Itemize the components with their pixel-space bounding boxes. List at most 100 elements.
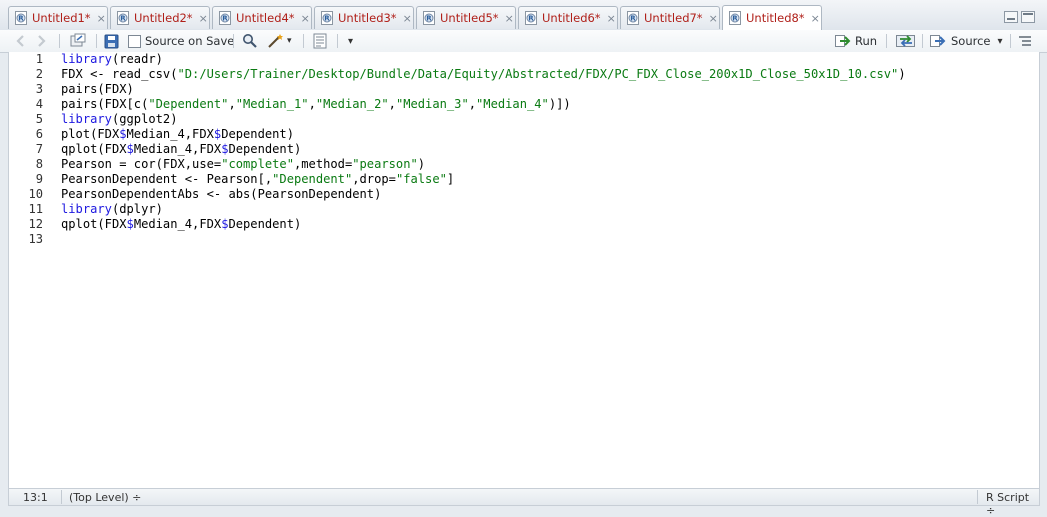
- line-number: 7: [35, 142, 43, 156]
- code-token: PearsonDependentAbs <- abs(PearsonDepend…: [61, 187, 382, 201]
- close-tab-icon[interactable]: ×: [97, 12, 106, 25]
- line-number: 8: [35, 157, 43, 171]
- cursor-position: 13:1: [23, 491, 48, 504]
- tab-untitled8[interactable]: R Untitled8* ×: [722, 5, 822, 30]
- close-tab-icon[interactable]: ×: [607, 12, 616, 25]
- code-editor[interactable]: 1 2 3 4 5 6 7 8 9 10 11 12 13 library(readr) FDX <- r…: [8, 52, 1040, 488]
- source-on-save-label: Source on Save: [145, 34, 235, 48]
- r-script-file-icon: R: [627, 11, 639, 25]
- code-token: Pearson = cor(FDX,use=: [61, 157, 222, 171]
- run-label: Run: [855, 34, 878, 48]
- svg-text:R: R: [426, 15, 432, 23]
- close-tab-icon[interactable]: ×: [709, 12, 718, 25]
- code-line[interactable]: Pearson = cor(FDX,use="complete",method=…: [61, 157, 425, 171]
- close-tab-icon[interactable]: ×: [505, 12, 514, 25]
- code-line[interactable]: pairs(FDX): [61, 82, 134, 96]
- keyword-token: $: [126, 142, 134, 156]
- r-script-file-icon: R: [219, 11, 231, 25]
- code-token: (ggplot2): [111, 112, 178, 126]
- close-tab-icon[interactable]: ×: [301, 12, 310, 25]
- code-token: )]): [548, 97, 571, 111]
- rerun-icon[interactable]: [896, 32, 916, 50]
- string-token: "Dependent": [272, 172, 353, 186]
- code-line[interactable]: library(ggplot2): [61, 112, 178, 126]
- code-line[interactable]: library(readr): [61, 52, 163, 66]
- code-token: pairs(FDX[c(: [61, 97, 149, 111]
- code-line[interactable]: pairs(FDX[c("Dependent","Median_1","Medi…: [61, 97, 571, 111]
- code-token: Median_4,FDX: [133, 217, 222, 231]
- wand-dropdown-arrow[interactable]: ▾: [287, 36, 292, 46]
- maximize-pane-button[interactable]: [1021, 11, 1035, 23]
- code-line[interactable]: plot(FDX$Median_4,FDX$Dependent): [61, 127, 294, 141]
- code-line[interactable]: library(dplyr): [61, 202, 163, 216]
- minimize-pane-button[interactable]: [1004, 11, 1018, 23]
- code-token: pairs(FDX): [61, 82, 134, 96]
- show-in-window-icon[interactable]: [70, 32, 86, 50]
- code-token: plot(FDX: [61, 127, 120, 141]
- code-line[interactable]: PearsonDependent <- Pearson[,"Dependent"…: [61, 172, 454, 186]
- tab-label: Untitled2*: [134, 11, 193, 25]
- tab-untitled4[interactable]: R Untitled4* ×: [212, 6, 312, 29]
- tab-untitled5[interactable]: R Untitled5* ×: [416, 6, 516, 29]
- code-line[interactable]: qplot(FDX$Median_4,FDX$Dependent): [61, 142, 301, 156]
- code-token: ,drop=: [352, 172, 396, 186]
- string-token: "D:/Users/Trainer/Desktop/Bundle/Data/Eq…: [177, 67, 899, 81]
- search-icon[interactable]: [242, 32, 258, 50]
- tab-untitled7[interactable]: R Untitled7* ×: [620, 6, 720, 29]
- keyword-token: library: [61, 112, 112, 126]
- r-script-file-icon: R: [729, 11, 741, 25]
- code-token: Median_4,FDX: [126, 127, 214, 141]
- r-script-file-icon: R: [423, 11, 435, 25]
- svg-text:R: R: [732, 15, 738, 23]
- more-options-dropdown[interactable]: ▾: [348, 32, 353, 50]
- code-token: (dplyr): [111, 202, 163, 216]
- code-line[interactable]: PearsonDependentAbs <- abs(PearsonDepend…: [61, 187, 381, 201]
- tab-untitled3[interactable]: R Untitled3* ×: [314, 6, 414, 29]
- line-number: 3: [35, 82, 43, 96]
- line-number: 5: [35, 112, 43, 126]
- save-icon[interactable]: [104, 32, 119, 50]
- tab-untitled1[interactable]: R Untitled1* ×: [8, 6, 108, 29]
- line-number-gutter: 1 2 3 4 5 6 7 8 9 10 11 12 13: [9, 52, 51, 488]
- keyword-token: library: [61, 52, 112, 66]
- document-outline-icon[interactable]: [1018, 32, 1032, 50]
- keyword-token: $: [119, 127, 127, 141]
- close-tab-icon[interactable]: ×: [403, 12, 412, 25]
- code-token: Dependent): [221, 127, 294, 141]
- close-tab-icon[interactable]: ×: [199, 12, 208, 25]
- source-on-save-checkbox[interactable]: Source on Save: [128, 32, 234, 50]
- code-token: PearsonDependent <- Pearson[,: [61, 172, 273, 186]
- status-bar: 13:1 (Top Level) ÷ R Script ÷: [8, 488, 1040, 517]
- source-dropdown-arrow[interactable]: ▾: [998, 36, 1003, 47]
- svg-text:R: R: [18, 15, 24, 23]
- tab-label: Untitled5*: [440, 11, 499, 25]
- string-token: "Median_4": [476, 97, 549, 111]
- tab-label: Untitled1*: [32, 11, 91, 25]
- r-script-file-icon: R: [117, 11, 129, 25]
- compile-report-icon[interactable]: [312, 32, 328, 50]
- tab-untitled2[interactable]: R Untitled2* ×: [110, 6, 210, 29]
- source-label: Source: [951, 34, 991, 48]
- code-token: Dependent): [228, 142, 302, 156]
- scope-selector[interactable]: (Top Level) ÷: [69, 491, 141, 504]
- code-line[interactable]: FDX <- read_csv("D:/Users/Trainer/Deskto…: [61, 67, 906, 81]
- line-number: 10: [28, 187, 43, 201]
- file-type-selector[interactable]: R Script ÷: [986, 491, 1039, 517]
- go-forward-icon[interactable]: [34, 32, 48, 50]
- run-button[interactable]: Run: [835, 32, 877, 50]
- editor-toolbar: Source on Save ▾ ▾ Run Source ▾: [0, 30, 1047, 53]
- source-button[interactable]: Source ▾: [930, 32, 1003, 50]
- code-line[interactable]: qplot(FDX$Median_4,FDX$Dependent): [61, 217, 301, 231]
- code-token: Median_4,FDX: [133, 142, 222, 156]
- code-token: ,: [228, 97, 236, 111]
- code-token: ,method=: [294, 157, 353, 171]
- string-token: "pearson": [352, 157, 418, 171]
- tab-untitled6[interactable]: R Untitled6* ×: [518, 6, 618, 29]
- string-token: "false": [395, 172, 447, 186]
- tab-label: Untitled8*: [746, 11, 805, 25]
- go-back-icon[interactable]: [14, 32, 28, 50]
- magic-wand-icon[interactable]: ▾: [267, 32, 292, 50]
- code-token: ): [898, 67, 906, 81]
- close-tab-icon[interactable]: ×: [811, 12, 820, 25]
- svg-text:R: R: [324, 15, 330, 23]
